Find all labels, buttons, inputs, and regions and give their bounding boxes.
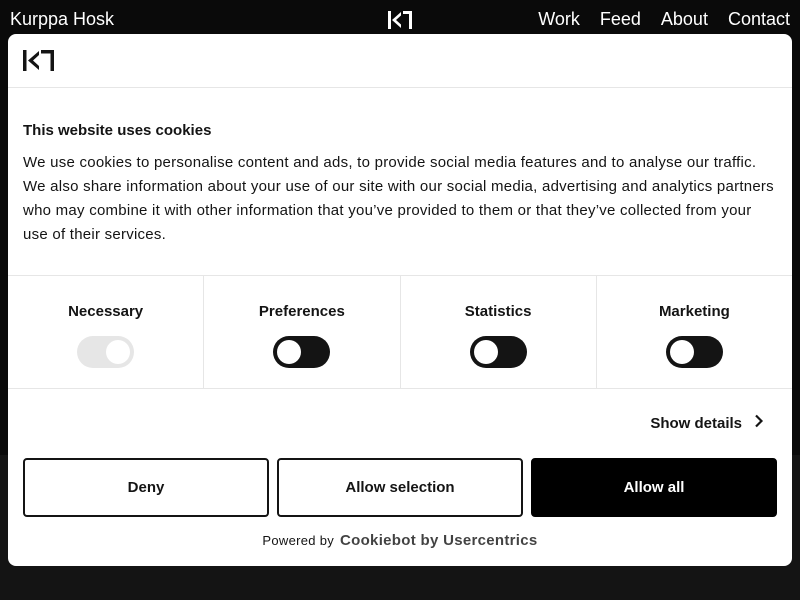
consent-buttons: Deny Allow selection Allow all <box>23 458 777 517</box>
preferences-toggle[interactable] <box>273 336 331 368</box>
statistics-toggle[interactable] <box>469 336 527 368</box>
dialog-title: This website uses cookies <box>23 122 212 139</box>
toggle-knob <box>473 340 498 364</box>
category-label: Preferences <box>258 303 345 320</box>
dialog-body: This website uses cookies We use cookies… <box>8 88 792 247</box>
cookie-consent-dialog: This website uses cookies We use cookies… <box>8 34 792 566</box>
nav-link-feed[interactable]: Feed <box>600 9 641 30</box>
category-label: Statistics <box>464 303 532 320</box>
logo-icon[interactable] <box>387 11 413 34</box>
show-details-label: Show details <box>650 415 742 432</box>
category-marketing: Marketing <box>597 276 792 388</box>
consent-categories: Necessary Preferences Statistics Marketi… <box>8 275 792 389</box>
toggle-knob <box>669 340 694 364</box>
logo-icon <box>23 50 54 76</box>
deny-button[interactable]: Deny <box>23 458 269 517</box>
category-necessary: Necessary <box>8 276 205 388</box>
necessary-toggle <box>77 336 135 368</box>
powered-by: Powered by Cookiebot by Usercentrics <box>8 532 792 549</box>
toggle-knob <box>277 340 302 364</box>
toggle-knob <box>106 340 131 364</box>
dialog-header <box>8 34 792 88</box>
site-name[interactable]: Kurppa Hosk <box>10 9 114 30</box>
nav-link-contact[interactable]: Contact <box>728 9 790 30</box>
category-label: Necessary <box>68 303 144 320</box>
nav-link-work[interactable]: Work <box>538 9 580 30</box>
chevron-right-icon <box>754 414 764 433</box>
cookiebot-brand-link[interactable]: Cookiebot by Usercentrics <box>340 532 538 549</box>
powered-by-label: Powered by <box>262 533 335 548</box>
site-nav: Work Feed About Contact <box>538 9 790 30</box>
category-statistics: Statistics <box>401 276 597 388</box>
marketing-toggle[interactable] <box>665 336 723 368</box>
allow-all-button[interactable]: Allow all <box>531 458 777 517</box>
dialog-description: We use cookies to personalise content an… <box>23 154 774 243</box>
category-label: Marketing <box>658 303 730 320</box>
nav-link-about[interactable]: About <box>661 9 708 30</box>
allow-selection-button[interactable]: Allow selection <box>277 458 523 517</box>
show-details-link[interactable]: Show details <box>650 414 764 433</box>
category-preferences: Preferences <box>204 276 401 388</box>
